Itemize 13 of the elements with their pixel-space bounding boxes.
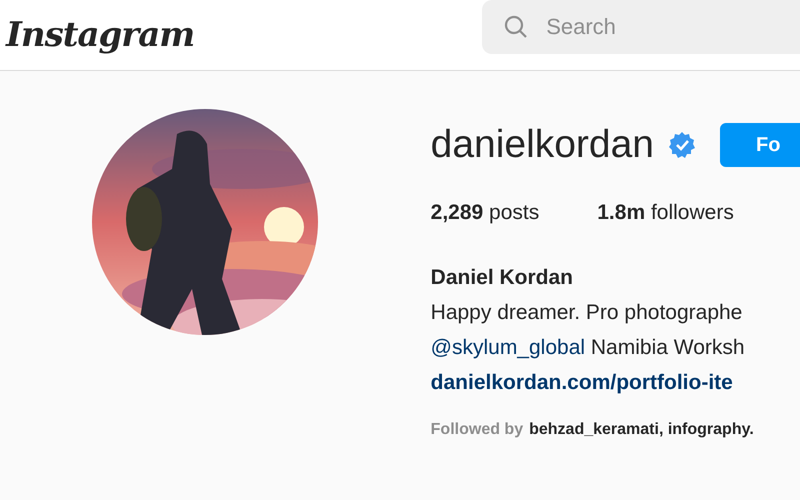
instagram-logo[interactable]: Instagram [6,15,194,55]
followed-by-label: Followed by [430,421,524,439]
website-link[interactable]: danielkordan.com/portfolio-ite [430,371,800,395]
bio-text: Happy dreamer. Pro photographe [430,301,744,325]
search-icon [504,15,528,39]
follower-names[interactable]: behzad_keramati, infography. [529,421,754,439]
mention-link[interactable]: @skylum_global [430,336,586,359]
stat-count[interactable]: 1.8m followers [597,201,734,225]
search-field[interactable]: Search [482,0,800,54]
full-name: Daniel Kordan [430,266,574,290]
username: danielkordan [430,123,654,167]
bio-text: @skylum_global Namibia Worksh [430,336,746,360]
stat-count[interactable]: 2,289 posts [430,201,540,225]
